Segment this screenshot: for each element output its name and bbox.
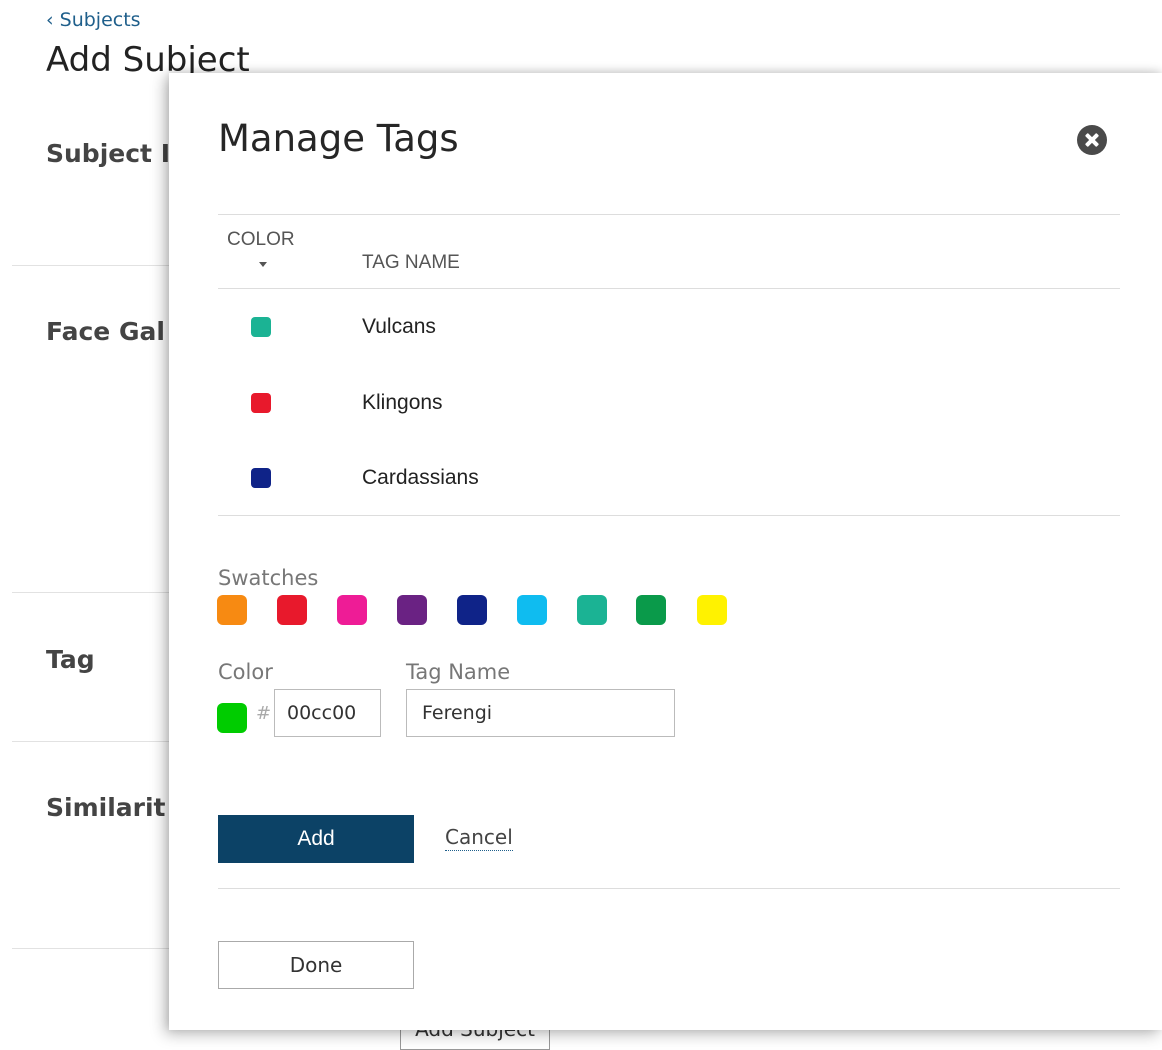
divider [218, 288, 1120, 289]
divider [12, 265, 182, 266]
add-button[interactable]: Add [218, 815, 414, 863]
column-header-color[interactable]: COLOR [227, 229, 295, 251]
divider [218, 515, 1120, 516]
close-icon[interactable] [1077, 125, 1107, 155]
swatch-purple[interactable] [397, 595, 427, 625]
divider [12, 948, 182, 949]
swatch-cyan[interactable] [517, 595, 547, 625]
tag-row[interactable]: Klingons [218, 378, 1120, 428]
swatches-label: Swatches [218, 566, 319, 590]
tag-name: Vulcans [362, 315, 436, 338]
section-similarity: Similarit [46, 793, 166, 822]
divider [12, 741, 182, 742]
section-face-gallery: Face Gal [46, 317, 165, 346]
tag-name: Klingons [362, 391, 443, 414]
tag-color-swatch [251, 317, 271, 337]
current-color-swatch[interactable] [217, 703, 247, 733]
swatch-red[interactable] [277, 595, 307, 625]
tag-row[interactable]: Cardassians [218, 453, 1120, 503]
divider [218, 214, 1120, 215]
hex-color-input[interactable] [274, 689, 381, 737]
swatch-navy[interactable] [457, 595, 487, 625]
section-subject-info: Subject I [46, 139, 170, 168]
column-header-tag-name[interactable]: TAG NAME [362, 252, 460, 274]
done-button[interactable]: Done [218, 941, 414, 989]
tag-color-swatch [251, 393, 271, 413]
tag-row[interactable]: Vulcans [218, 302, 1120, 352]
swatch-orange[interactable] [217, 595, 247, 625]
dialog-title: Manage Tags [218, 117, 459, 160]
back-to-subjects-link[interactable]: ‹ Subjects [46, 9, 141, 31]
tag-color-swatch [251, 468, 271, 488]
swatch-teal[interactable] [577, 595, 607, 625]
color-label: Color [218, 660, 273, 684]
tag-name: Cardassians [362, 466, 479, 489]
section-tag: Tag [46, 645, 95, 674]
cancel-link[interactable]: Cancel [445, 825, 513, 851]
tag-name-input[interactable] [406, 689, 675, 737]
caret-down-icon [259, 262, 267, 267]
divider [218, 888, 1120, 889]
swatch-green[interactable] [636, 595, 666, 625]
hash-prefix: # [256, 703, 272, 724]
tag-name-label: Tag Name [406, 660, 511, 684]
divider [12, 592, 182, 593]
swatch-pink[interactable] [337, 595, 367, 625]
manage-tags-dialog: Manage Tags COLOR TAG NAME Vulcans Kling… [169, 73, 1162, 1030]
swatch-yellow[interactable] [697, 595, 727, 625]
